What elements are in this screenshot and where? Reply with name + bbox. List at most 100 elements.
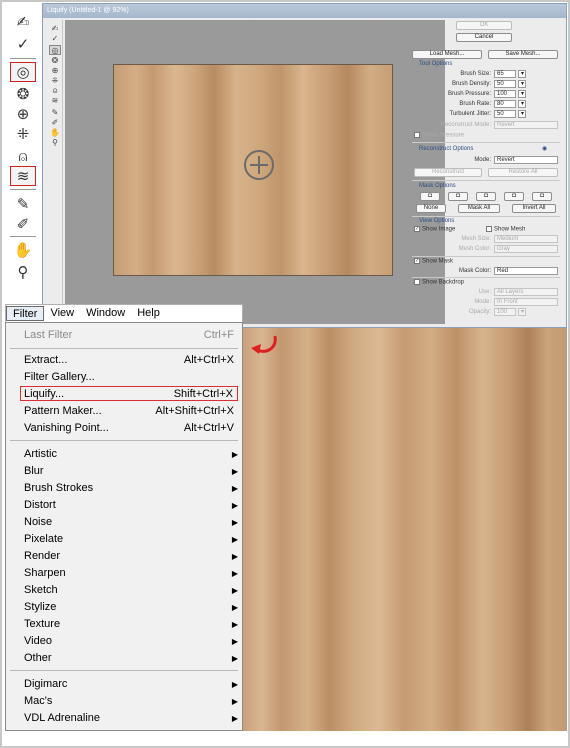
mesh-color-select[interactable]: Gray: [494, 245, 558, 253]
show-mask-checkbox[interactable]: ✓ Show Mask: [414, 258, 453, 265]
freeze-mask-tool-icon[interactable]: ✎: [10, 194, 36, 214]
push-left-tool-icon[interactable]: ⁜: [10, 124, 36, 144]
stylus-pressure-checkbox[interactable]: Stylus Pressure: [414, 132, 464, 139]
mask-none-button[interactable]: None: [416, 204, 446, 213]
twirl-tool-icon[interactable]: ◎: [49, 45, 61, 55]
freeze-mask-tool-icon[interactable]: ✎: [49, 108, 61, 118]
menu-item-label: Liquify...: [24, 388, 65, 400]
bloat-tool-icon[interactable]: ⊕: [49, 66, 61, 76]
show-backdrop-checkbox[interactable]: Show Backdrop: [414, 279, 464, 286]
menu-filter[interactable]: Filter: [6, 306, 45, 321]
thaw-mask-tool-icon[interactable]: ✐: [10, 214, 36, 234]
thaw-mask-tool-icon[interactable]: ✐: [49, 118, 61, 128]
mask-replace-button[interactable]: ◘: [420, 192, 440, 201]
submenu-arrow-icon: ▶: [231, 697, 238, 706]
brush-density-field[interactable]: 50: [494, 80, 516, 88]
opacity-dropdown-icon[interactable]: ▾: [518, 308, 526, 316]
mask-options-header: Mask Options: [419, 183, 456, 189]
menu-item-filter-gallery[interactable]: Filter Gallery...: [24, 370, 238, 385]
mask-add-button[interactable]: ◘: [448, 192, 468, 201]
reconstruct-mode-select2[interactable]: Revert: [494, 156, 558, 164]
menu-item-artistic[interactable]: Artistic ▶: [24, 447, 238, 462]
menu-item-macs[interactable]: Mac's ▶: [24, 694, 238, 709]
turbulence-tool-icon[interactable]: ≋: [49, 96, 61, 106]
save-mesh-button[interactable]: Save Mesh...: [488, 50, 558, 59]
turbulent-jitter-dropdown-icon[interactable]: ▾: [518, 110, 526, 118]
mirror-tool-icon[interactable]: ⍝: [49, 86, 61, 96]
brush-rate-field[interactable]: 80: [494, 100, 516, 108]
brush-rate-dropdown-icon[interactable]: ▾: [518, 100, 526, 108]
hand-tool-icon[interactable]: ✋: [10, 240, 36, 260]
twirl-clockwise-tool-icon[interactable]: ◎: [10, 62, 36, 82]
show-image-checkbox[interactable]: ✓ Show Image: [414, 226, 455, 233]
reconstruct-button[interactable]: Reconstruct: [414, 168, 482, 177]
use-select[interactable]: All Layers: [494, 288, 558, 296]
mask-subtract-button[interactable]: ◘: [476, 192, 496, 201]
toolbar-divider: [10, 189, 36, 190]
turbulent-jitter-field[interactable]: 50: [494, 110, 516, 118]
pucker-tool-icon[interactable]: ❂: [49, 56, 61, 66]
cancel-button[interactable]: Cancel: [456, 33, 512, 42]
expand-icon[interactable]: ◉: [542, 145, 547, 152]
brush-size-dropdown-icon[interactable]: ▾: [518, 70, 526, 78]
brush-size-field[interactable]: 65: [494, 70, 516, 78]
submenu-arrow-icon: ▶: [231, 714, 238, 723]
menu-item-shortcut: Alt+Ctrl+X: [183, 354, 234, 366]
reconstruct-tool-icon[interactable]: ✓: [10, 34, 36, 54]
menu-bar: Filter View Window Help: [5, 304, 243, 323]
mask-color-select[interactable]: Red: [494, 267, 558, 275]
menu-item-stylize[interactable]: Stylize ▶: [24, 600, 238, 615]
mesh-size-select[interactable]: Medium: [494, 235, 558, 243]
menu-item-digimarc[interactable]: Digimarc ▶: [24, 677, 238, 692]
mirror-tool-icon[interactable]: ⍝: [10, 146, 36, 166]
menu-item-sketch[interactable]: Sketch ▶: [24, 583, 238, 598]
menu-separator: [10, 440, 238, 441]
menu-item-liquify[interactable]: Liquify... Shift+Ctrl+X: [20, 386, 238, 401]
ok-button[interactable]: OK: [456, 21, 512, 30]
pucker-tool-icon[interactable]: ❂: [10, 84, 36, 104]
warp-tool-icon[interactable]: ✍: [49, 24, 61, 34]
menu-item-vanishing-point[interactable]: Vanishing Point... Alt+Ctrl+V: [24, 421, 238, 436]
menu-item-video[interactable]: Video ▶: [24, 634, 238, 649]
mask-intersect-button[interactable]: ◘: [504, 192, 524, 201]
menu-item-render[interactable]: Render ▶: [24, 549, 238, 564]
show-mesh-checkbox[interactable]: Show Mesh: [486, 226, 525, 233]
preview-canvas[interactable]: [65, 20, 445, 324]
backdrop-mode-select[interactable]: In Front: [494, 298, 558, 306]
load-mesh-button[interactable]: Load Mesh...: [412, 50, 482, 59]
menu-item-label: Sharpen: [24, 567, 66, 579]
turbulence-tool-icon[interactable]: ≋: [10, 166, 36, 186]
mask-all-button[interactable]: Mask All: [458, 204, 500, 213]
reconstruct-tool-icon[interactable]: ✓: [49, 34, 61, 44]
menu-item-last-filter[interactable]: Last Filter Ctrl+F: [24, 328, 238, 343]
menu-item-extract[interactable]: Extract... Alt+Ctrl+X: [24, 353, 238, 368]
menu-help[interactable]: Help: [131, 306, 166, 321]
menu-item-blur[interactable]: Blur ▶: [24, 464, 238, 479]
menu-item-pixelate[interactable]: Pixelate ▶: [24, 532, 238, 547]
brush-pressure-field[interactable]: 100: [494, 90, 516, 98]
menu-item-other[interactable]: Other ▶: [24, 651, 238, 666]
bloat-tool-icon[interactable]: ⊕: [10, 104, 36, 124]
menu-item-noise[interactable]: Noise ▶: [24, 515, 238, 530]
menu-item-distort[interactable]: Distort ▶: [24, 498, 238, 513]
brush-density-dropdown-icon[interactable]: ▾: [518, 80, 526, 88]
brush-pressure-dropdown-icon[interactable]: ▾: [518, 90, 526, 98]
mask-invert-button[interactable]: ◘: [532, 192, 552, 201]
zoom-tool-icon[interactable]: ⚲: [49, 138, 61, 148]
forward-warp-tool-icon[interactable]: ✍: [10, 12, 36, 32]
menu-item-brush-strokes[interactable]: Brush Strokes ▶: [24, 481, 238, 496]
menu-view[interactable]: View: [44, 306, 80, 321]
section-divider: [412, 142, 560, 143]
menu-item-texture[interactable]: Texture ▶: [24, 617, 238, 632]
opacity-field[interactable]: 100: [494, 308, 516, 316]
reconstruct-mode-select[interactable]: Revert: [494, 121, 558, 129]
invert-all-button[interactable]: Invert All: [512, 204, 556, 213]
hand-tool-icon[interactable]: ✋: [49, 128, 61, 138]
push-left-tool-icon[interactable]: ⁜: [49, 76, 61, 86]
menu-item-vdl-adrenaline[interactable]: VDL Adrenaline ▶: [24, 711, 238, 726]
zoom-tool-icon[interactable]: ⚲: [10, 262, 36, 282]
menu-item-pattern-maker[interactable]: Pattern Maker... Alt+Shift+Ctrl+X: [24, 404, 238, 419]
menu-window[interactable]: Window: [80, 306, 131, 321]
restore-all-button[interactable]: Restore All: [488, 168, 558, 177]
menu-item-sharpen[interactable]: Sharpen ▶: [24, 566, 238, 581]
